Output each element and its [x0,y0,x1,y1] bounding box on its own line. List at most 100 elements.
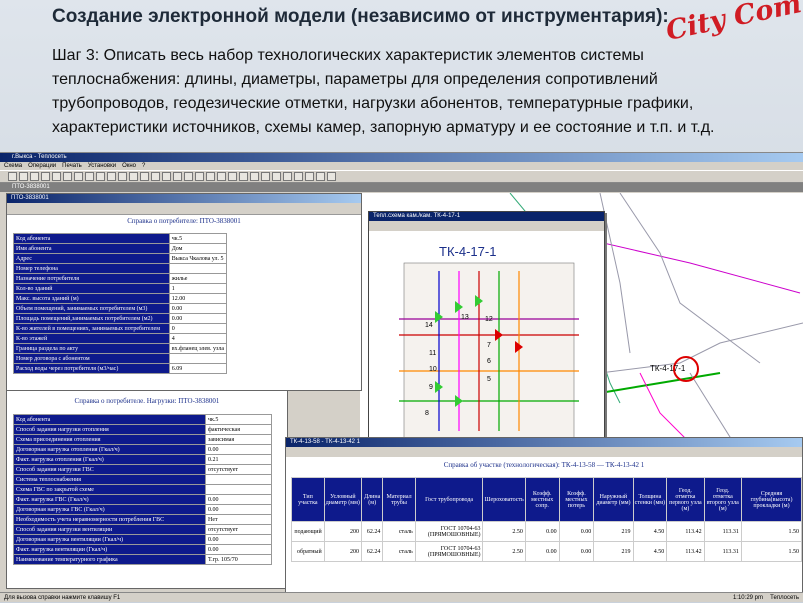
row-key: Адрес [13,253,170,264]
scheme-toolbar [369,221,604,231]
toolbar-button[interactable] [118,172,127,181]
row-value: Т.гр. 105/70 [205,554,272,565]
table-row: Факт. нагрузка ГВС (Гкал/ч) 0.00 [13,494,272,505]
toolbar-button[interactable] [30,172,39,181]
row-key: Способ задания нагрузки ГВС [13,464,206,475]
table-cell: 4.50 [632,541,668,562]
row-value: 1 [168,283,228,294]
toolbar-button[interactable] [250,172,259,181]
table-cell: 113.31 [703,521,742,542]
row-key: Факт. нагрузка ГВС (Гкал/ч) [13,494,206,505]
table-cell: 219 [593,521,634,542]
toolbar-button[interactable] [283,172,292,181]
menu-item[interactable]: Установки [88,163,116,169]
toolbar-button[interactable] [162,172,171,181]
table-cell: подающий [291,521,325,542]
toolbar-button[interactable] [217,172,226,181]
map-pipe [639,372,691,444]
toolbar-button[interactable] [173,172,182,181]
row-key: Факт. нагрузка вентиляции (Гкал/ч) [13,544,206,555]
toolbar-button[interactable] [294,172,303,181]
scheme-titlebar: Тепл.схема кам./кам. ТК-4-17-1 [369,212,604,221]
consumer-loads-panel: Справка о потребителе. Нагрузки: ПТО-383… [6,391,288,589]
app-titlebar: г.Выкса - Теплосеть [0,153,803,162]
row-value: отсутствует [205,524,272,535]
toolbar-button[interactable] [239,172,248,181]
table-row: Договорная нагрузка ГВС (Гкал/ч) 0.00 [13,504,272,515]
column-header: Толщина стенки (мм) [632,477,668,522]
table-cell: 2.50 [482,521,526,542]
step-description: Шаг 3: Описать весь набор технологически… [52,44,762,140]
column-header: Материал трубы [382,477,416,522]
toolbar-button[interactable] [140,172,149,181]
table-row: Факт. нагрузка вентиляции (Гкал/ч) 0.00 [13,544,272,555]
table-row: Схема ГВС по закрытой схеме [13,484,272,495]
toolbar-button[interactable] [63,172,72,181]
table-row: Макс. высота зданий (м) 12.00 [13,293,228,304]
row-key: Площадь помещений,занимаемых потребителе… [13,313,170,324]
menu-item[interactable]: ? [142,163,145,169]
menu-item[interactable]: Окно [122,163,136,169]
row-value: Дом [168,243,228,254]
step-text: Описать весь набор технологических харак… [52,47,715,136]
row-value [205,484,272,495]
toolbar-button[interactable] [52,172,61,181]
row-value [205,474,272,485]
toolbar-button[interactable] [305,172,314,181]
toolbar-button[interactable] [327,172,336,181]
slide-title: Создание электронной модели (независимо … [52,6,669,27]
row-value: 4 [168,333,228,344]
row-value: 0 [168,323,228,334]
toolbar-button[interactable] [272,172,281,181]
table-cell: 62.24 [360,521,384,542]
table-cell: 113.42 [666,541,705,562]
table-cell: 0.00 [558,541,595,562]
row-key: Код абонента [13,414,206,425]
toolbar-button[interactable] [8,172,17,181]
menu-item[interactable]: Печать [62,163,82,169]
table-row: Договорная нагрузка отопления (Гкал/ч) 0.… [13,444,272,455]
slide: Создание электронной модели (независимо … [0,0,803,602]
toolbar-button[interactable] [19,172,28,181]
toolbar-button[interactable] [261,172,270,181]
toolbar-button[interactable] [195,172,204,181]
table-row: Расход воды через потребителя (м3/час) 6.… [13,363,228,374]
toolbar-button[interactable] [85,172,94,181]
toolbar-button[interactable] [107,172,116,181]
toolbar-button[interactable] [206,172,215,181]
consumer-info-panel: ПТО-3838001 Справка о потребителе: ПТО-3… [6,193,362,391]
row-value: вх.фланец элев. узла [168,343,228,354]
consumer-panel-titlebar: ПТО-3838001 [7,194,361,203]
row-key: Имя абонента [13,243,170,254]
toolbar-button[interactable] [151,172,160,181]
map-pipe [599,322,803,374]
row-value: Нет [205,514,272,525]
toolbar-button[interactable] [74,172,83,181]
toolbar-button[interactable] [316,172,325,181]
row-value: фактическая [205,424,272,435]
row-value: 0.21 [205,454,272,465]
row-value: зависимая [205,434,272,445]
table-row: Имя абонента Дом [13,243,228,254]
toolbar-button[interactable] [129,172,138,181]
row-key: Объем помещений, занимаемых потребителем… [13,303,170,314]
row-key: Схема ГВС по закрытой схеме [13,484,206,495]
row-value: 0.00 [205,544,272,555]
row-value: 0.00 [205,494,272,505]
status-hint: Для вызова справки нажмите клавишу F1 [4,595,121,601]
table-row: Система теплоснабжения [13,474,272,485]
toolbar-button[interactable] [96,172,105,181]
table-row: Адрес Выкса Чкалова ул. 5 [13,253,228,264]
menu-item[interactable]: Операции [28,163,56,169]
valve-number: 5 [487,376,491,383]
menu-item[interactable]: Схема [4,163,22,169]
table-row: Номер телефона [13,263,228,274]
valve-number: 7 [487,342,491,349]
row-value [168,353,228,364]
table-cell: 113.31 [703,541,742,562]
toolbar-button[interactable] [41,172,50,181]
row-key: Назначение потребителя [13,273,170,284]
toolbar-button[interactable] [184,172,193,181]
row-value: 0.00 [205,444,272,455]
toolbar-button[interactable] [228,172,237,181]
